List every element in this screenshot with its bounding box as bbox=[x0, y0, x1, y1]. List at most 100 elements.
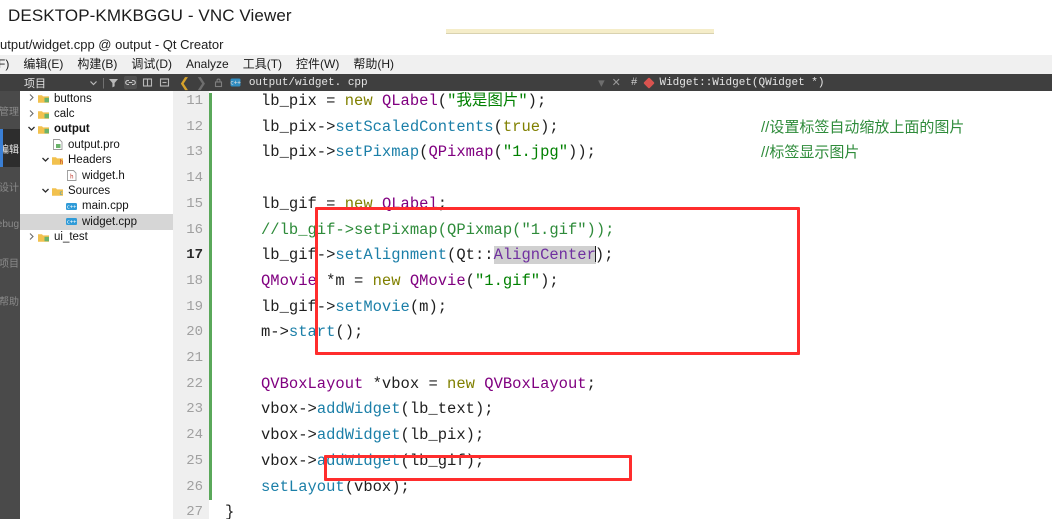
menu-edit[interactable]: 编辑(E) bbox=[16, 55, 70, 74]
current-file-path[interactable]: output/widget. cpp bbox=[249, 77, 368, 89]
back-chevron-icon[interactable]: ❮ bbox=[179, 76, 190, 89]
tree-item-label: Headers bbox=[68, 154, 112, 167]
code-line[interactable]: vbox->addWidget(lb_pix); bbox=[261, 423, 484, 449]
tree-item-label: output bbox=[54, 123, 90, 136]
code-line[interactable]: vbox->addWidget(lb_text); bbox=[261, 397, 494, 423]
tree-item-sources[interactable]: c Sources bbox=[20, 183, 173, 198]
line-number: 22 bbox=[186, 375, 203, 392]
code-line[interactable]: //lb_gif->setPixmap(QPixmap("1.gif")); bbox=[261, 218, 614, 244]
menu-analyze[interactable]: Analyze bbox=[179, 55, 236, 74]
menu-debug[interactable]: 调试(D) bbox=[124, 55, 179, 74]
qt-toolbar-row: 项目 | ❮ ❯ c++ output/widget. cpp ▾ ✕ # Wi… bbox=[0, 74, 1052, 91]
svg-text:c++: c++ bbox=[67, 205, 77, 211]
collapse-all-icon[interactable] bbox=[158, 76, 171, 89]
tree-item-output[interactable]: output bbox=[20, 122, 173, 137]
code-line[interactable]: setLayout(vbox); bbox=[261, 475, 410, 501]
folder-project-icon bbox=[37, 108, 50, 121]
cpp-file-icon: c++ bbox=[65, 215, 78, 228]
code-text-area[interactable]: lb_pix = new QLabel("我是图片"); lb_pix->setS… bbox=[211, 91, 1052, 519]
svg-text:h: h bbox=[70, 174, 74, 181]
line-number: 19 bbox=[186, 298, 203, 315]
tree-item-output-pro[interactable]: output.pro bbox=[20, 137, 173, 152]
link-with-editor-icon[interactable] bbox=[124, 76, 137, 89]
tree-item-label: widget.h bbox=[82, 169, 125, 182]
tree-item-label: buttons bbox=[54, 92, 92, 105]
line-number: 27 bbox=[186, 504, 203, 519]
file-dropdown-icon[interactable]: ▾ bbox=[598, 76, 605, 89]
project-view-label: 项目 bbox=[24, 77, 46, 90]
menu-help[interactable]: 帮助(H) bbox=[346, 55, 401, 74]
folder-sources-icon: c bbox=[51, 185, 64, 198]
svg-text:c++: c++ bbox=[67, 220, 77, 226]
tree-item-headers[interactable]: h Headers bbox=[20, 153, 173, 168]
mode-item-debug[interactable]: Debug bbox=[0, 205, 20, 243]
code-line[interactable]: lb_gif->setAlignment(Qt::AlignCenter); bbox=[261, 243, 614, 269]
tree-item-main-cpp[interactable]: c++ main.cpp bbox=[20, 199, 173, 214]
svg-text:c: c bbox=[59, 190, 63, 197]
code-line[interactable]: lb_gif->setMovie(m); bbox=[261, 295, 447, 321]
mode-item-projects[interactable]: 项目 bbox=[0, 243, 20, 281]
filter-icon[interactable] bbox=[107, 76, 120, 89]
tree-item-buttons[interactable]: buttons bbox=[20, 91, 173, 106]
line-number: 23 bbox=[186, 401, 203, 418]
line-number: 11 bbox=[186, 93, 203, 109]
code-line[interactable]: lb_pix->setScaledContents(true); bbox=[261, 115, 559, 141]
line-number: 16 bbox=[186, 221, 203, 238]
red-diamond-icon[interactable] bbox=[643, 76, 656, 89]
project-view-toolbar: 项目 | bbox=[20, 74, 173, 91]
line-number: 15 bbox=[186, 195, 203, 212]
mode-item-help[interactable]: 帮助 bbox=[0, 281, 20, 319]
qt-window-title: utput/widget.cpp @ output - Qt Creator bbox=[0, 37, 224, 52]
vnc-titlebar: DESKTOP-KMKBGGU - VNC Viewer bbox=[0, 0, 1052, 34]
tree-twisty[interactable] bbox=[26, 93, 37, 104]
mode-item-design[interactable]: 设计 bbox=[0, 167, 20, 205]
line-number: 20 bbox=[186, 324, 203, 341]
forward-chevron-icon[interactable]: ❯ bbox=[196, 76, 207, 89]
mode-selector-sidebar: 管理 编辑 设计 Debug 项目 帮助 bbox=[0, 91, 20, 519]
menu-widgets[interactable]: 控件(W) bbox=[289, 55, 346, 74]
code-editor[interactable]: 111213141516171819202122232425262728 lb_… bbox=[173, 91, 1052, 519]
vnc-viewer-window: DESKTOP-KMKBGGU - VNC Viewer utput/widge… bbox=[0, 0, 1052, 519]
split-editor-icon[interactable] bbox=[141, 76, 154, 89]
function-signature[interactable]: Widget::Widget(QWidget *) bbox=[659, 77, 824, 89]
tree-item-widget-cpp[interactable]: c++ widget.cpp bbox=[20, 214, 173, 230]
menu-file[interactable]: (F) bbox=[0, 55, 16, 74]
tree-twisty[interactable] bbox=[26, 232, 37, 243]
tree-twisty[interactable] bbox=[40, 186, 51, 197]
tree-item-label: output.pro bbox=[68, 138, 120, 151]
close-icon[interactable]: ✕ bbox=[612, 76, 621, 89]
code-line[interactable]: QMovie *m = new QMovie("1.gif"); bbox=[261, 269, 559, 295]
menu-build[interactable]: 构建(B) bbox=[70, 55, 124, 74]
tree-twisty[interactable] bbox=[40, 155, 51, 166]
code-line[interactable]: lb_pix->setPixmap(QPixmap("1.jpg")); bbox=[261, 140, 596, 166]
chevron-down-icon[interactable] bbox=[87, 76, 100, 89]
tree-item-label: Sources bbox=[68, 185, 111, 198]
line-number-gutter: 111213141516171819202122232425262728 bbox=[173, 91, 209, 519]
code-line[interactable]: QVBoxLayout *vbox = new QVBoxLayout; bbox=[261, 372, 596, 398]
inline-comment: //设置标签自动缩放上面的图片 bbox=[761, 118, 965, 136]
mode-item-edit[interactable]: 编辑 bbox=[0, 129, 20, 167]
editor-toolbar: ❮ ❯ c++ output/widget. cpp ▾ ✕ # Widget:… bbox=[176, 74, 1052, 91]
tree-item-widget-h[interactable]: h widget.h bbox=[20, 168, 173, 183]
menu-tools[interactable]: 工具(T) bbox=[236, 55, 289, 74]
code-line[interactable]: lb_gif = new QLabel; bbox=[261, 192, 447, 218]
tree-item-label: widget.cpp bbox=[82, 215, 137, 228]
mode-item-manage[interactable]: 管理 bbox=[0, 91, 20, 129]
line-number: 17 bbox=[186, 247, 203, 264]
tree-twisty[interactable] bbox=[26, 124, 37, 135]
tree-item-calc[interactable]: calc bbox=[20, 106, 173, 121]
tree-item-ui-test[interactable]: ui_test bbox=[20, 230, 173, 245]
line-number: 26 bbox=[186, 478, 203, 495]
hash-icon[interactable]: # bbox=[631, 77, 638, 89]
line-number: 14 bbox=[186, 170, 203, 187]
line-number: 24 bbox=[186, 427, 203, 444]
tree-twisty[interactable] bbox=[26, 109, 37, 120]
code-line[interactable]: } bbox=[225, 500, 234, 519]
code-line[interactable]: vbox->addWidget(lb_gif); bbox=[261, 449, 484, 475]
code-line[interactable]: m->start(); bbox=[261, 320, 363, 346]
lock-icon[interactable] bbox=[212, 76, 225, 89]
qt-creator-window: utput/widget.cpp @ output - Qt Creator (… bbox=[0, 34, 1052, 519]
tree-item-label: calc bbox=[54, 108, 75, 121]
project-tree[interactable]: buttons calc output output.pro h Headers h widg… bbox=[20, 91, 173, 519]
code-line[interactable]: lb_pix = new QLabel("我是图片"); bbox=[261, 91, 546, 115]
